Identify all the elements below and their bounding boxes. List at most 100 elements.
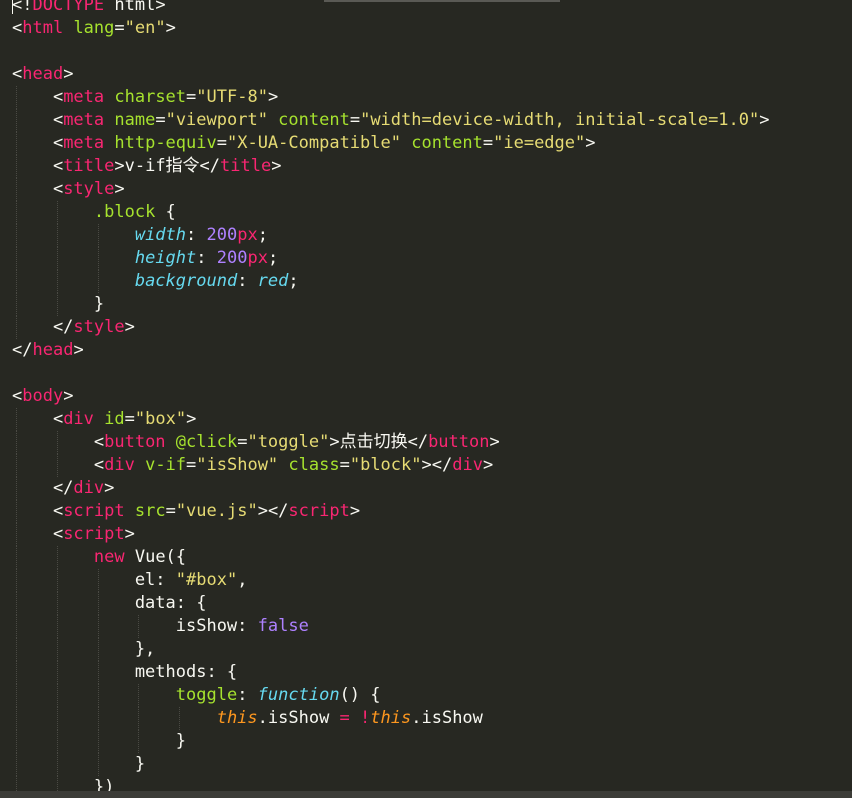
code-token: < <box>12 524 64 544</box>
indent-guide <box>97 753 99 776</box>
code-line: isShow: false <box>0 615 852 638</box>
indent-guide <box>56 707 58 730</box>
code-token: < <box>12 64 23 84</box>
indent-guide <box>16 86 17 109</box>
code-token: = <box>186 455 197 475</box>
indent-guide <box>56 201 58 224</box>
code-token: @click <box>165 432 238 452</box>
indent-guide <box>56 615 58 638</box>
indent-guide <box>16 546 17 569</box>
code-token: > <box>186 409 197 429</box>
indent-guide <box>56 431 58 454</box>
code-line: <meta http-equiv="X-UA-Compatible" conte… <box>0 132 852 155</box>
code-line: <!DOCTYPE html> <box>0 0 852 17</box>
code-token: "X-UA-Compatible" <box>226 133 401 153</box>
indent-guide <box>16 178 17 201</box>
code-token: toggle <box>175 685 238 705</box>
indent-guide <box>97 638 99 661</box>
code-token: "#box" <box>175 570 238 590</box>
code-line: height: 200px; <box>0 247 852 270</box>
code-token: div <box>104 455 135 475</box>
code-token: >v-if指令</ <box>114 156 221 176</box>
code-token: false <box>257 616 309 636</box>
indent-guide <box>138 730 140 753</box>
code-token: > <box>585 133 596 153</box>
code-editor[interactable]: <!DOCTYPE html> <html lang="en"> <head> <m… <box>0 0 852 798</box>
indent-guide <box>16 247 17 270</box>
code-line: <button @click="toggle">点击切换</button> <box>0 431 852 454</box>
indent-guide <box>56 454 58 477</box>
horizontal-scrollbar[interactable] <box>0 791 852 798</box>
code-line: }, <box>0 638 852 661</box>
code-token: script <box>63 501 125 521</box>
indent-guide <box>16 224 17 247</box>
code-token: { <box>155 202 176 222</box>
code-token: = <box>155 110 166 130</box>
code-token: < <box>12 133 64 153</box>
code-token: body <box>22 386 64 406</box>
code-token: >点击切换</ <box>329 432 429 452</box>
code-token: div <box>452 455 483 475</box>
code-token: = <box>237 432 248 452</box>
code-token: < <box>12 409 64 429</box>
code-token: new <box>93 547 125 567</box>
code-token: button <box>428 432 490 452</box>
indent-guide <box>138 707 140 730</box>
code-token: html <box>22 18 64 38</box>
code-line: <meta name="viewport" content="width=dev… <box>0 109 852 132</box>
code-token: "toggle" <box>247 432 330 452</box>
code-token: this <box>370 708 412 728</box>
code-token: = <box>482 133 494 153</box>
code-token: meta <box>63 110 105 130</box>
code-token: > <box>114 179 125 199</box>
code-line: background: red; <box>0 270 852 293</box>
code-line: .block { <box>0 201 852 224</box>
code-line: <title>v-if指令</title> <box>0 155 852 178</box>
code-line: <html lang="en"> <box>0 17 852 40</box>
code-line: } <box>0 293 852 316</box>
indent-guide <box>97 224 99 247</box>
indent-guide <box>16 569 17 592</box>
code-token: src <box>124 501 166 521</box>
code-token: : <box>186 225 207 245</box>
code-token: > <box>124 524 135 544</box>
code-token: < <box>12 432 105 452</box>
code-token: = <box>216 133 227 153</box>
indent-guide <box>97 592 99 615</box>
code-token: v-if <box>134 455 187 475</box>
code-token: < <box>12 156 64 176</box>
indent-guide <box>97 684 99 707</box>
code-token: title <box>220 156 272 176</box>
code-token: = <box>339 708 350 728</box>
code-area[interactable]: <!DOCTYPE html> <html lang="en"> <head> <m… <box>0 0 852 798</box>
code-token: </ <box>12 340 33 360</box>
indent-guide <box>179 707 181 730</box>
code-token: .isShow <box>257 708 340 728</box>
code-token: < <box>12 455 105 475</box>
code-token: "width=device-width, initial-scale=1.0" <box>360 110 760 130</box>
code-token: script <box>63 524 125 544</box>
indent-guide <box>97 247 99 270</box>
code-token: width <box>134 225 187 245</box>
code-token: "en" <box>124 18 166 38</box>
indent-guide <box>16 477 17 500</box>
indent-guide <box>16 753 17 776</box>
code-token: = <box>114 18 125 38</box>
code-token: <! <box>12 0 33 15</box>
code-line: width: 200px; <box>0 224 852 247</box>
code-token: head <box>22 64 64 84</box>
code-token: < <box>12 110 64 130</box>
code-line: </style> <box>0 316 852 339</box>
code-token: background <box>134 271 238 291</box>
indent-guide <box>16 454 17 477</box>
indent-guide <box>97 615 99 638</box>
code-token: : <box>196 248 217 268</box>
indent-guide <box>16 293 17 316</box>
indent-guide <box>97 730 99 753</box>
code-line: <script> <box>0 523 852 546</box>
code-token: DOCTYPE <box>32 0 105 15</box>
code-token: meta <box>63 87 105 107</box>
